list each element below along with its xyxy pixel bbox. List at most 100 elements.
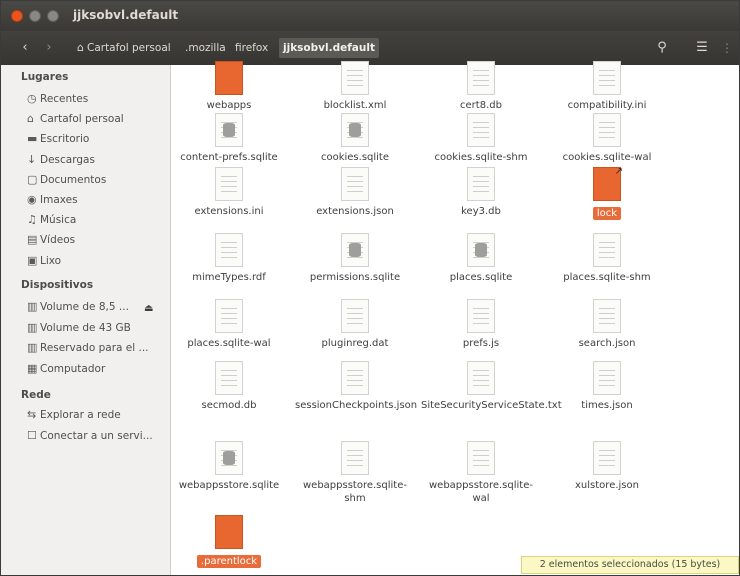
- back-button[interactable]: ‹: [15, 37, 35, 59]
- sidebar-item-label: Recentes: [40, 93, 89, 105]
- file-item[interactable]: cert8.db: [421, 61, 541, 112]
- file-name: times.json: [581, 400, 633, 411]
- file-item[interactable]: cookies.sqlite: [295, 113, 415, 164]
- music-icon: ♫: [27, 213, 37, 227]
- close-window-button[interactable]: [11, 10, 23, 22]
- file-item[interactable]: cookies.sqlite-wal: [547, 113, 667, 164]
- sidebar-item-escritorio[interactable]: ▬ Escritorio: [27, 129, 167, 149]
- file-name: cert8.db: [460, 100, 502, 111]
- file-item[interactable]: .parentlock: [169, 515, 289, 568]
- file-item[interactable]: prefs.js: [421, 299, 541, 350]
- sidebar-header-places: Lugares: [21, 71, 69, 83]
- breadcrumb-mozilla[interactable]: .mozilla: [181, 38, 230, 58]
- file-thumbnail: [341, 113, 369, 147]
- file-manager-window: jjksobvl.default ‹ › ⌂ Cartafol persoal .…: [0, 0, 740, 576]
- file-item[interactable]: key3.db: [421, 167, 541, 218]
- file-item[interactable]: places.sqlite-shm: [547, 233, 667, 284]
- file-item[interactable]: secmod.db: [169, 361, 289, 412]
- file-thumbnail: [215, 113, 243, 147]
- computer-icon: ▦: [27, 361, 38, 375]
- title-bar: jjksobvl.default: [1, 1, 739, 31]
- sidebar-item-imaxes[interactable]: ◉ Imaxes: [27, 190, 167, 210]
- file-item[interactable]: SiteSecurityServiceState.txt: [421, 361, 562, 412]
- file-thumbnail: [593, 113, 621, 147]
- grid-view-button[interactable]: ⋮: [717, 38, 737, 58]
- file-name: content-prefs.sqlite: [180, 152, 278, 163]
- sidebar-item-documentos[interactable]: ▢ Documentos: [27, 170, 167, 190]
- file-item[interactable]: xulstore.json: [547, 441, 667, 492]
- sidebar-item-reservado-para-el[interactable]: ▥ Reservado para el ...: [27, 338, 167, 358]
- sidebar-item-recentes[interactable]: ◷ Recentes: [27, 89, 167, 109]
- text-file-icon: [592, 113, 622, 147]
- drive-icon: ▥: [27, 341, 38, 354]
- sidebar-item-computador[interactable]: ▦ Computador: [27, 359, 167, 379]
- forward-button[interactable]: ›: [39, 37, 59, 59]
- text-file-icon: [214, 167, 244, 201]
- text-file-icon: [592, 233, 622, 267]
- file-thumbnail: [467, 299, 495, 333]
- file-thumbnail: [215, 167, 243, 201]
- sidebar-item-explorar-a-rede[interactable]: ⇆ Explorar a rede: [27, 405, 167, 425]
- file-name: places.sqlite-wal: [187, 338, 271, 349]
- sidebar-item-label: Conectar a un servi...: [40, 430, 153, 442]
- file-item[interactable]: times.json: [547, 361, 667, 412]
- text-file-icon: [466, 441, 496, 475]
- file-item[interactable]: compatibility.ini: [547, 61, 667, 112]
- breadcrumb-firefox[interactable]: firefox: [231, 38, 272, 58]
- camera-icon: ◉: [27, 193, 37, 206]
- file-item[interactable]: mimeTypes.rdf: [169, 233, 289, 284]
- file-item[interactable]: webapps: [169, 61, 289, 112]
- network-icon: ⇆: [27, 408, 37, 421]
- file-name: permissions.sqlite: [309, 272, 401, 283]
- sidebar-item-vídeos[interactable]: ▤ Vídeos: [27, 230, 167, 250]
- file-item[interactable]: search.json: [547, 299, 667, 350]
- breadcrumb-current[interactable]: jjksobvl.default: [279, 38, 379, 58]
- breadcrumb-home[interactable]: ⌂ Cartafol persoal: [73, 38, 175, 58]
- file-item[interactable]: pluginreg.dat: [295, 299, 415, 350]
- sidebar-item-descargas[interactable]: ↓ Descargas: [27, 150, 167, 170]
- file-thumbnail: [341, 167, 369, 201]
- sidebar-item-conectar-a-un-servi[interactable]: ☐ Conectar a un servi...: [27, 426, 167, 446]
- search-button[interactable]: ⚲: [651, 38, 673, 58]
- file-item[interactable]: places.sqlite-wal: [169, 299, 289, 350]
- file-thumbnail: [467, 167, 495, 201]
- file-item[interactable]: cookies.sqlite-shm: [421, 113, 541, 164]
- file-item[interactable]: extensions.json: [295, 167, 415, 218]
- file-grid: webapps blocklist.xml cert8.db compatibilit…: [169, 61, 739, 575]
- sidebar-item-label: Lixo: [40, 254, 62, 267]
- server-icon: ☐: [27, 429, 37, 442]
- file-item[interactable]: permissions.sqlite: [295, 233, 415, 284]
- minimize-window-button[interactable]: [29, 10, 41, 22]
- file-item[interactable]: extensions.ini: [169, 167, 289, 218]
- sidebar-item-volume-de-43-gb[interactable]: ▥ Volume de 43 GB: [27, 318, 167, 338]
- file-item[interactable]: blocklist.xml: [295, 61, 415, 112]
- menu-icon: ☰: [696, 40, 708, 55]
- file-thumbnail: ↗: [593, 166, 623, 201]
- file-item[interactable]: places.sqlite: [421, 233, 541, 284]
- view-menu-button[interactable]: ☰: [691, 38, 713, 58]
- text-file-icon: [592, 299, 622, 333]
- drive-icon: ▥: [27, 300, 38, 313]
- file-name: cookies.sqlite-shm: [434, 152, 528, 163]
- file-name: extensions.json: [316, 206, 394, 217]
- maximize-window-button[interactable]: [47, 10, 59, 22]
- desktop-icon: ▬: [27, 132, 38, 146]
- file-item[interactable]: ↗ lock: [547, 166, 667, 220]
- file-name: prefs.js: [462, 338, 500, 349]
- file-item[interactable]: webappsstore.sqlite: [169, 441, 289, 492]
- eject-icon[interactable]: ⏏: [144, 303, 153, 314]
- file-item[interactable]: content-prefs.sqlite: [169, 113, 289, 164]
- file-name: xulstore.json: [575, 480, 639, 491]
- sidebar-item-label: Música: [40, 214, 77, 227]
- sidebar-item-cartafol-persoal[interactable]: ⌂ Cartafol persoal: [27, 109, 167, 129]
- trash-icon: ▣: [27, 253, 38, 267]
- file-item[interactable]: webappsstore.sqlite-wal: [421, 441, 541, 505]
- file-name: sessionCheckpoints.json: [295, 400, 418, 411]
- sidebar-item-música[interactable]: ♫ Música: [27, 210, 167, 230]
- sidebar-item-lixo[interactable]: ▣ Lixo: [27, 251, 167, 271]
- text-file-icon: [340, 361, 370, 395]
- file-item[interactable]: sessionCheckpoints.json: [295, 361, 418, 412]
- file-name: key3.db: [461, 206, 501, 217]
- database-file-icon: [466, 233, 496, 267]
- file-item[interactable]: webappsstore.sqlite-shm: [295, 441, 415, 505]
